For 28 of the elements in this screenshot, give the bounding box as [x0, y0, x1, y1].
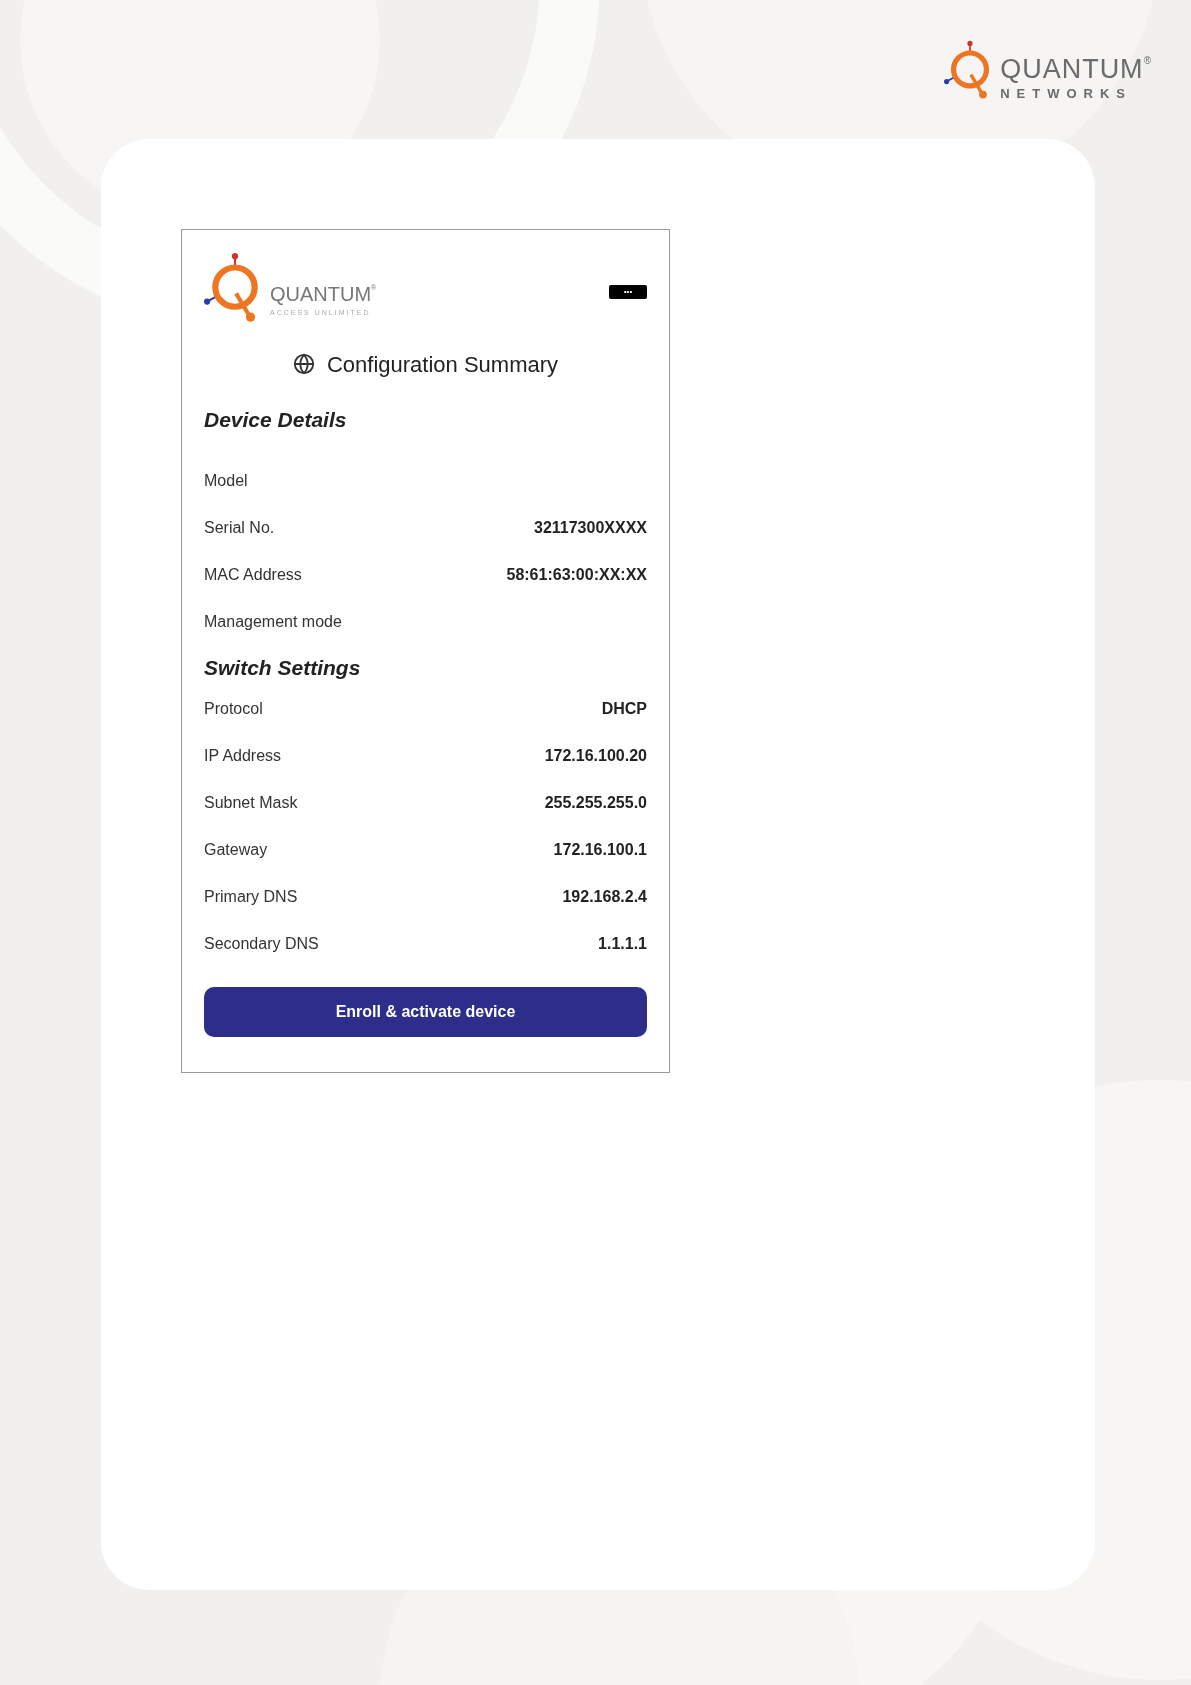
field-label: MAC Address [204, 565, 302, 585]
screen-title: Configuration Summary [326, 350, 559, 379]
brand-tagline: NETWORKS [1000, 87, 1133, 100]
brand-name: QUANTUM [1000, 56, 1144, 83]
field-value: 32117300XXXX [534, 518, 647, 538]
field-label: IP Address [204, 745, 282, 766]
app-logo-name: QUANTUM [270, 284, 372, 304]
field-label: Model [204, 471, 248, 491]
field-value: 255.255.255.0 [544, 792, 647, 813]
registered-mark: ® [1143, 56, 1151, 66]
section-heading: Switch Settings [204, 654, 362, 681]
field-value: 58:61:63:00:XX:XX [506, 565, 647, 585]
field-label: Primary DNS [204, 886, 298, 907]
field-value: 192.168.2.4 [562, 886, 647, 907]
section-heading: Device Details [204, 407, 348, 433]
field-label: Protocol [204, 698, 263, 719]
field-value: 172.16.100.20 [544, 745, 647, 766]
field-label: Serial No. [204, 518, 275, 538]
field-value: 172.16.100.1 [553, 839, 647, 860]
globe-icon [292, 353, 315, 375]
field-label: Management mode [204, 612, 342, 632]
field-label: Subnet Mask [204, 792, 298, 813]
menu-button[interactable]: ••• [609, 285, 647, 299]
field-label: Gateway [204, 839, 268, 860]
field-value: 1.1.1.1 [598, 933, 647, 954]
field-label: Secondary DNS [204, 933, 319, 954]
enroll-button[interactable]: Enroll & activate device [204, 987, 647, 1037]
field-value: DHCP [601, 698, 647, 719]
